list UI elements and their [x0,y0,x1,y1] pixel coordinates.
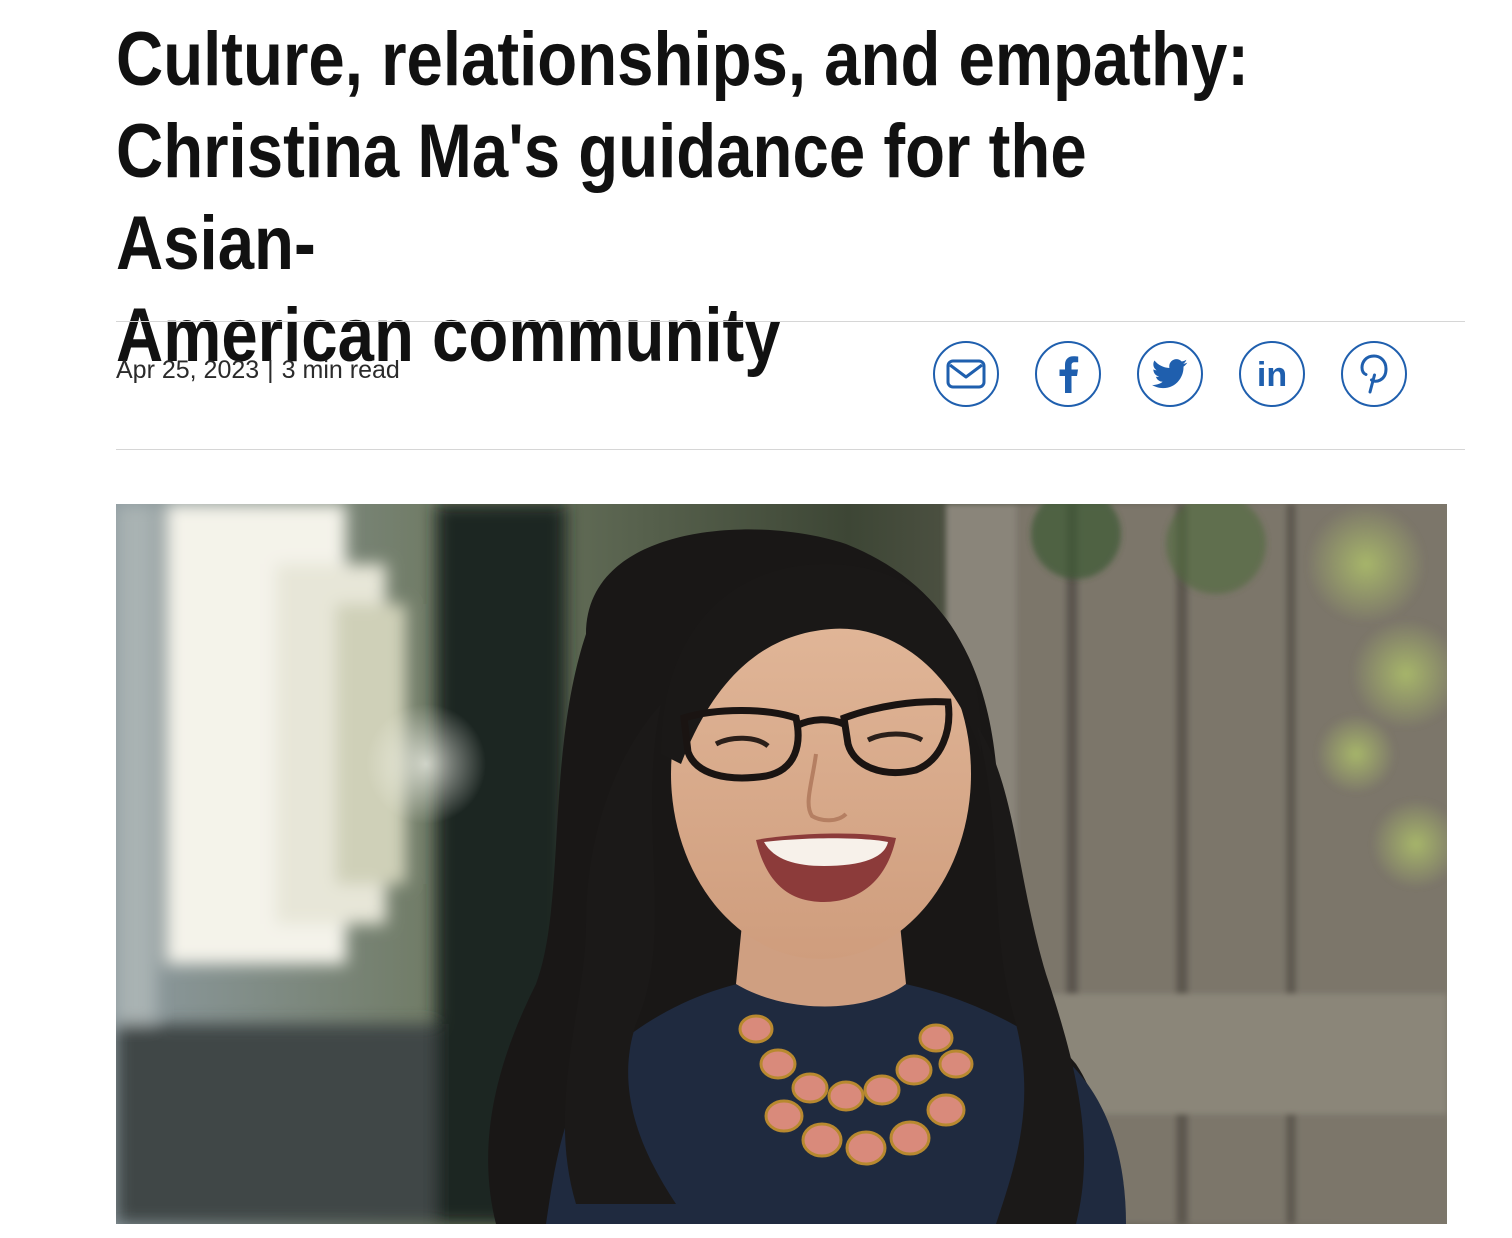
article-photo [116,504,1447,1224]
divider-top [116,321,1465,322]
read-time: 3 min read [281,356,400,384]
linkedin-glyph: in [1257,358,1287,390]
twitter-icon [1152,359,1188,389]
pinterest-icon [1360,354,1388,394]
share-facebook-button[interactable] [1035,341,1101,407]
publish-date: Apr 25, 2023 [116,356,260,384]
linkedin-icon: in [1257,358,1287,390]
share-linkedin-button[interactable]: in [1239,341,1305,407]
divider-bottom [116,449,1465,450]
meta-separator: | [267,356,274,384]
share-twitter-button[interactable] [1137,341,1203,407]
article-page: Culture, relationships, and empathy: Chr… [0,0,1512,1238]
facebook-icon [1059,356,1079,393]
share-pinterest-button[interactable] [1341,341,1407,407]
article-title: Culture, relationships, and empathy: Chr… [116,17,1250,378]
article-meta: Apr 25, 2023 | 3 min read [116,356,400,385]
portrait-photo [116,504,1447,1224]
email-icon [946,359,986,389]
share-bar: in [933,341,1407,413]
share-email-button[interactable] [933,341,999,407]
